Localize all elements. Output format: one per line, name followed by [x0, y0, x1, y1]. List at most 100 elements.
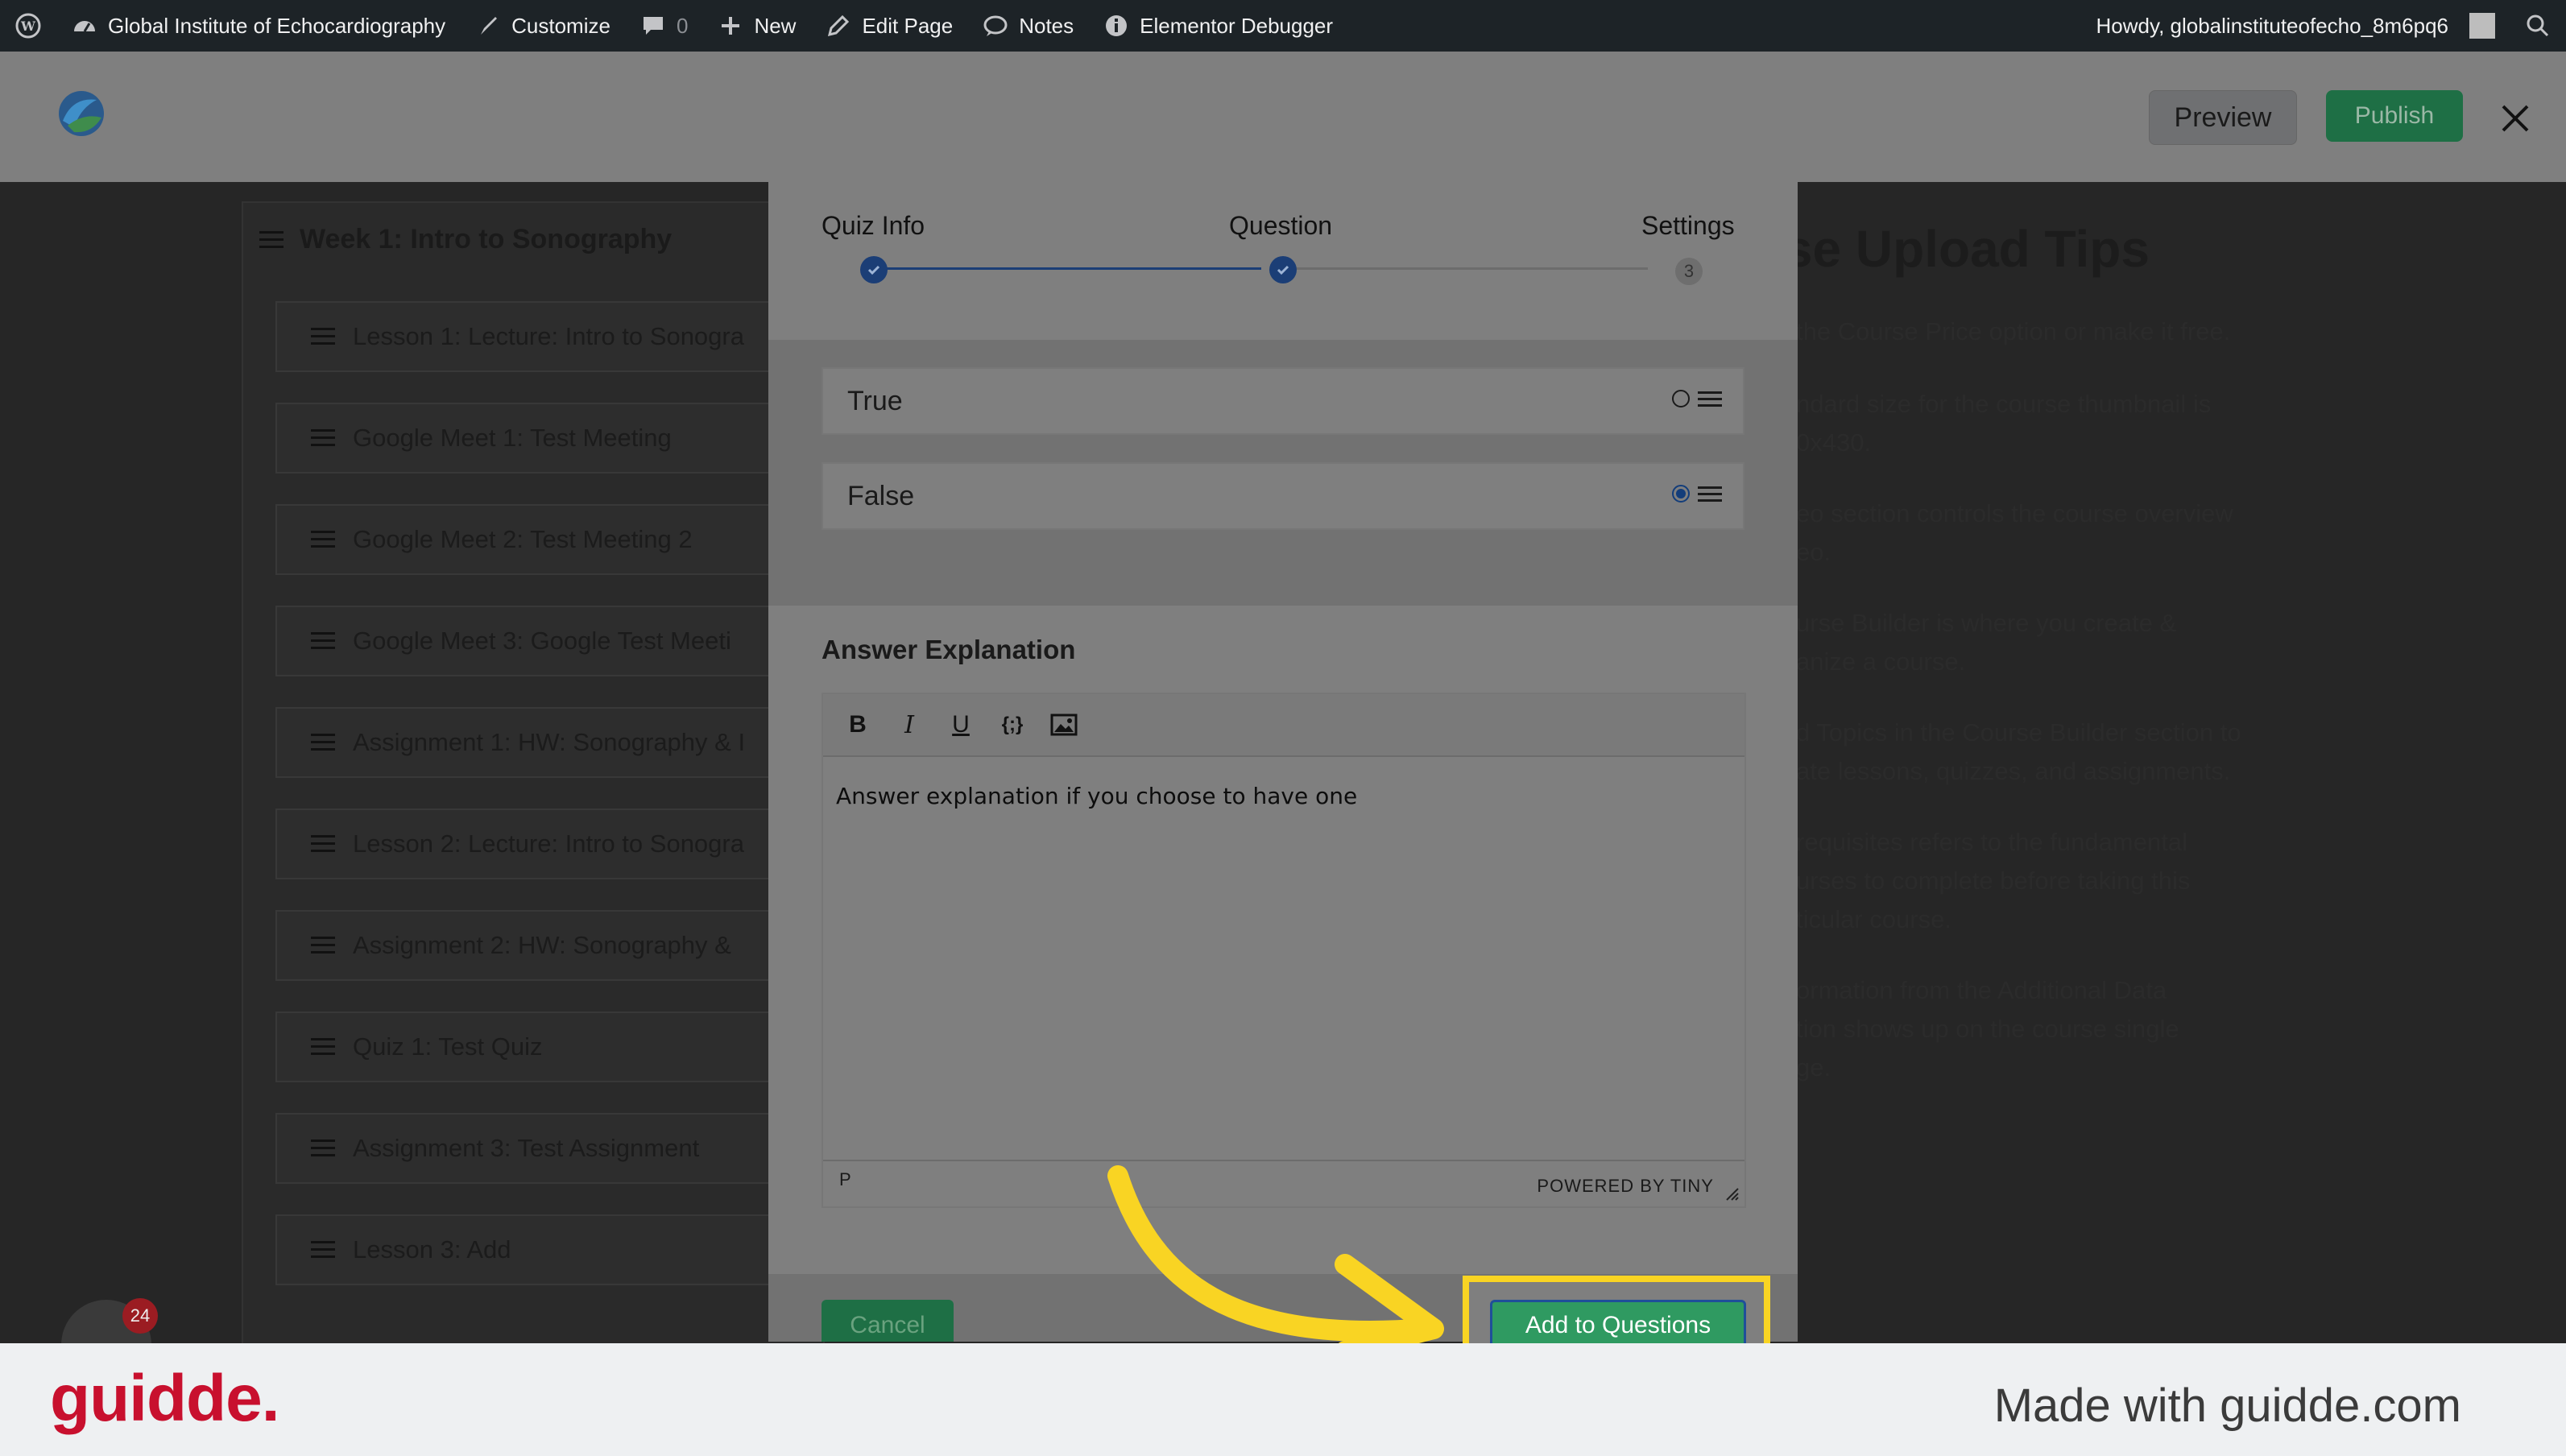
- tip-item: ormation from the Additional Data tion s…: [1796, 976, 2179, 1082]
- site-name: Global Institute of Echocardiography: [108, 13, 446, 38]
- list-item[interactable]: Assignment 1: HW: Sonography & I: [275, 707, 839, 778]
- editor-content[interactable]: Answer explanation if you choose to have…: [836, 783, 1357, 809]
- speech-bubble-icon: [983, 15, 1008, 36]
- answer-label: False: [847, 480, 915, 511]
- quiz-steps: Quiz Info Question Settings 3: [768, 182, 1798, 330]
- cancel-button[interactable]: Cancel: [822, 1300, 954, 1342]
- avatar: [2469, 13, 2495, 39]
- drag-handle-icon[interactable]: [311, 1140, 335, 1157]
- new-content-link[interactable]: New: [702, 12, 810, 39]
- list-item-label: Lesson 3: Add: [353, 1235, 511, 1264]
- comment-icon: [643, 17, 663, 35]
- list-item[interactable]: Google Meet 2: Test Meeting 2: [275, 504, 839, 575]
- correct-answer-radio[interactable]: [1672, 390, 1690, 407]
- step-question[interactable]: Question: [1229, 211, 1332, 241]
- search-icon: [2527, 14, 2549, 37]
- element-path[interactable]: P: [839, 1169, 851, 1190]
- publish-button[interactable]: Publish: [2326, 90, 2463, 142]
- answer-options: True False: [768, 340, 1798, 606]
- admin-site-link[interactable]: Global Institute of Echocardiography: [56, 12, 460, 39]
- answer-option-false[interactable]: False: [822, 462, 1744, 530]
- close-icon[interactable]: [2495, 98, 2535, 139]
- answer-explanation-editor[interactable]: B I U {;} Answer explanation if you choo…: [822, 693, 1746, 1208]
- drag-handle-icon[interactable]: [311, 328, 335, 345]
- list-item[interactable]: Assignment 2: HW: Sonography &: [275, 910, 839, 981]
- step-settings[interactable]: Settings: [1641, 211, 1735, 241]
- list-item-label: Google Meet 2: Test Meeting 2: [353, 525, 693, 553]
- answer-label: True: [847, 385, 903, 416]
- image-icon[interactable]: [1042, 705, 1086, 744]
- answer-option-true[interactable]: True: [822, 367, 1744, 435]
- list-item-label: Quiz 1: Test Quiz: [353, 1032, 543, 1061]
- comments-link[interactable]: 0: [625, 12, 702, 39]
- admin-bar: W Global Institute of Echocardiography C…: [0, 0, 2566, 52]
- list-item-label: Lesson 2: Lecture: Intro to Sonogra: [353, 829, 744, 858]
- made-with-text: Made with guidde.com: [1993, 1379, 2461, 1432]
- arrow-annotation-icon: [1107, 1165, 1444, 1353]
- list-item[interactable]: Lesson 1: Lecture: Intro to Sonogra: [275, 301, 839, 372]
- course-builder-header: Preview Publish: [0, 52, 2566, 182]
- drag-handle-icon[interactable]: [311, 1038, 335, 1056]
- list-item[interactable]: Google Meet 3: Google Test Meeti: [275, 606, 839, 676]
- list-item[interactable]: Lesson 3: Add: [275, 1214, 839, 1285]
- editor-toolbar: B I U {;}: [823, 694, 1744, 757]
- drag-handle-icon[interactable]: [311, 531, 335, 548]
- topic-title-text: Week 1: Intro to Sonography: [300, 224, 673, 254]
- bold-icon[interactable]: B: [836, 705, 879, 744]
- guidde-footer: guidde. Made with guidde.com: [0, 1343, 2566, 1456]
- code-block-icon[interactable]: {;}: [991, 705, 1034, 744]
- preview-button[interactable]: Preview: [2149, 90, 2297, 145]
- reorder-icon[interactable]: [1698, 485, 1722, 503]
- search-button[interactable]: [2510, 12, 2566, 39]
- drag-handle-icon[interactable]: [311, 632, 335, 650]
- topic-title[interactable]: Week 1: Intro to Sonography: [259, 224, 672, 255]
- list-item-label: Assignment 2: HW: Sonography &: [353, 931, 731, 959]
- pencil-icon: [828, 14, 850, 37]
- wordpress-logo-icon[interactable]: W: [0, 12, 56, 39]
- tip-item: requisites refers to the fundamental urs…: [1796, 828, 2191, 933]
- customize-label: Customize: [511, 13, 610, 38]
- list-item-label: Assignment 1: HW: Sonography & I: [353, 728, 746, 756]
- step-remaining-line: [1285, 267, 1648, 270]
- list-item[interactable]: Google Meet 1: Test Meeting: [275, 403, 839, 474]
- list-item-label: Assignment 3: Test Assignment: [353, 1134, 700, 1162]
- plus-icon: [722, 17, 740, 35]
- drag-handle-icon[interactable]: [311, 429, 335, 447]
- check-icon: [860, 256, 888, 283]
- step-progress-line: [875, 267, 1261, 270]
- drag-handle-icon[interactable]: [259, 230, 284, 249]
- list-item[interactable]: Quiz 1: Test Quiz: [275, 1011, 839, 1082]
- elementor-debugger-label: Elementor Debugger: [1140, 13, 1334, 38]
- notes-label: Notes: [1019, 13, 1074, 38]
- drag-handle-icon[interactable]: [311, 734, 335, 751]
- site-logo-icon: [59, 91, 104, 136]
- admin-bar-account: Howdy, globalinstituteofecho_8m6pq6: [2082, 0, 2566, 52]
- powered-by-tiny[interactable]: POWERED BY TINY: [1537, 1176, 1714, 1197]
- step-quiz-info[interactable]: Quiz Info: [822, 211, 925, 241]
- notes-link[interactable]: Notes: [967, 12, 1088, 39]
- italic-icon[interactable]: I: [888, 705, 931, 744]
- answer-controls: [1672, 390, 1722, 407]
- comments-count: 0: [676, 13, 689, 38]
- edit-page-label: Edit Page: [862, 13, 954, 38]
- correct-answer-radio[interactable]: [1672, 485, 1690, 503]
- drag-handle-icon[interactable]: [311, 937, 335, 954]
- drag-handle-icon[interactable]: [311, 835, 335, 853]
- list-item[interactable]: Assignment 3: Test Assignment: [275, 1113, 839, 1184]
- list-item[interactable]: Lesson 2: Lecture: Intro to Sonogra: [275, 809, 839, 879]
- my-account-link[interactable]: Howdy, globalinstituteofecho_8m6pq6: [2082, 13, 2510, 39]
- check-icon: [1269, 256, 1297, 283]
- guidde-logo: guidde.: [50, 1362, 280, 1435]
- howdy-label: Howdy, globalinstituteofecho_8m6pq6: [2096, 13, 2448, 38]
- reorder-icon[interactable]: [1698, 390, 1722, 407]
- underline-icon[interactable]: U: [939, 705, 983, 744]
- customize-link[interactable]: Customize: [460, 12, 625, 39]
- drag-handle-icon[interactable]: [311, 1241, 335, 1259]
- resize-handle-icon[interactable]: [1725, 1187, 1740, 1202]
- list-item-label: Google Meet 3: Google Test Meeti: [353, 627, 731, 655]
- elementor-debugger-link[interactable]: Elementor Debugger: [1088, 12, 1347, 39]
- edit-page-link[interactable]: Edit Page: [810, 12, 967, 39]
- info-icon: [1106, 15, 1128, 36]
- topic-panel: Week 1: Intro to Sonography Lesson 1: Le…: [242, 201, 839, 1348]
- list-item-label: Lesson 1: Lecture: Intro to Sonogra: [353, 322, 744, 350]
